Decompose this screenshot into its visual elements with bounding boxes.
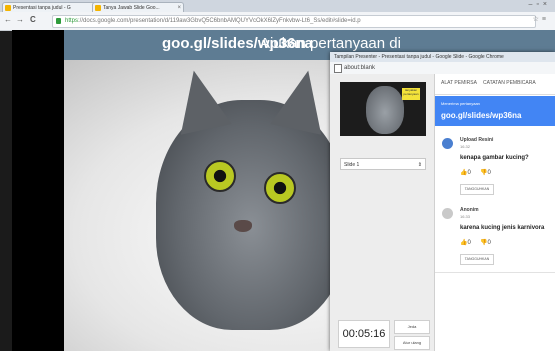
star-menu-icons[interactable]: ☆≡ — [533, 15, 549, 23]
qa-header: Menerima pertanyaan goo.gl/slides/wp36na — [435, 96, 555, 126]
presenter-left-pane: tanyakan pertanyaan Slide 1 ⇕ 00:05:16 J… — [330, 74, 435, 351]
presenter-right-pane: ALAT PEMIRSA CATATAN PEMBICARA Menerima … — [435, 74, 555, 351]
reset-button[interactable]: Atur ulang — [394, 336, 430, 350]
thumbs-up-icon[interactable]: 👍0 — [460, 169, 471, 176]
pause-button[interactable]: Jeda — [394, 320, 430, 334]
slide-selector[interactable]: Slide 1 ⇕ — [340, 158, 426, 170]
thumbnail-cat-image — [366, 86, 404, 134]
tab-audience-tools[interactable]: ALAT PEMIRSA — [441, 80, 477, 86]
question-card: Anonim 16.33 karena kucing jenis karnivo… — [435, 202, 555, 273]
address-bar[interactable]: https://docs.google.com/presentation/d/1… — [52, 15, 536, 28]
thumbs-down-icon[interactable]: 👎0 — [480, 239, 491, 246]
updown-arrow-icon: ⇕ — [417, 162, 422, 168]
reload-icon[interactable]: C — [30, 15, 36, 24]
presentation-timer: 00:05:16 — [338, 320, 390, 348]
qa-link: goo.gl/slides/wp36na — [441, 111, 522, 120]
thumbs-up-icon[interactable]: 👍0 — [460, 239, 471, 246]
browser-toolbar: ← → C https://docs.google.com/presentati… — [0, 12, 555, 31]
presenter-view-window: Tampilan Presenter - Presentasi tanpa ju… — [330, 52, 555, 351]
question-text: karena kucing jenis karnivora — [460, 225, 545, 231]
slides-favicon-icon — [95, 5, 101, 11]
question-card: Upload Resini 16.32 kenapa gambar kucing… — [435, 132, 555, 203]
presenter-tabs: ALAT PEMIRSA CATATAN PEMBICARA — [435, 74, 555, 95]
back-icon[interactable]: ← — [4, 15, 12, 24]
cat-head — [156, 65, 346, 330]
browser-chrome: Presentasi tanpa judul - G × Tanya Jawab… — [0, 0, 555, 31]
page-icon — [334, 64, 342, 73]
cat-eye-right — [264, 172, 296, 204]
cat-ear-right — [270, 65, 334, 135]
cat-ear-left — [168, 65, 232, 135]
thumbs-down-icon[interactable]: 👎0 — [480, 169, 491, 176]
question-text: kenapa gambar kucing? — [460, 155, 529, 161]
hide-question-button[interactable]: TANGGUHKAN — [460, 254, 494, 265]
lock-icon — [56, 18, 61, 24]
slides-favicon-icon — [5, 5, 11, 11]
slide-thumbnail[interactable]: tanyakan pertanyaan — [340, 82, 426, 136]
avatar — [442, 138, 453, 149]
cat-nose — [234, 220, 252, 232]
window-controls[interactable]: –▫× — [529, 1, 551, 8]
hide-question-button[interactable]: TANGGUHKAN — [460, 184, 494, 195]
avatar — [442, 208, 453, 219]
thumbnail-sticky-note: tanyakan pertanyaan — [402, 88, 420, 100]
tab-strip: Presentasi tanpa judul - G × Tanya Jawab… — [0, 0, 555, 13]
forward-icon[interactable]: → — [16, 15, 24, 24]
tab-speaker-notes[interactable]: CATATAN PEMBICARA — [483, 80, 536, 86]
cat-eye-left — [204, 160, 236, 192]
